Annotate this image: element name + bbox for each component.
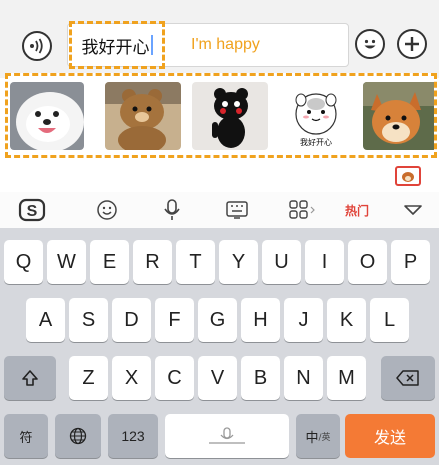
key-n[interactable]: N — [284, 356, 323, 400]
key-e[interactable]: E — [90, 240, 129, 284]
keyboard-icon — [226, 201, 248, 219]
key-d[interactable]: D — [112, 298, 151, 342]
sticker-shiba[interactable] — [363, 82, 434, 150]
language-toggle-key[interactable]: 中/英 — [296, 414, 340, 458]
keyboard-toolbar: S 热门 — [0, 192, 439, 228]
key-u[interactable]: U — [262, 240, 301, 284]
key-b[interactable]: B — [241, 356, 280, 400]
key-a[interactable]: A — [26, 298, 65, 342]
keyboard: Q W E R T Y U I O P A S D F G H J K L Z … — [0, 228, 439, 465]
smiley-outline-icon — [97, 200, 117, 220]
key-w[interactable]: W — [47, 240, 86, 284]
key-t[interactable]: T — [176, 240, 215, 284]
key-f[interactable]: F — [155, 298, 194, 342]
sticker-caption: 我好开心 — [300, 138, 332, 147]
backspace-icon — [396, 370, 419, 386]
key-g[interactable]: G — [198, 298, 237, 342]
microphone-icon — [164, 199, 180, 220]
key-x[interactable]: X — [112, 356, 151, 400]
svg-text:热门: 热门 — [345, 203, 369, 218]
sticker-bear[interactable] — [105, 82, 181, 150]
english-label: /英 — [318, 432, 331, 443]
key-r[interactable]: R — [133, 240, 172, 284]
numbers-key[interactable]: 123 — [108, 414, 158, 458]
key-o[interactable]: O — [348, 240, 387, 284]
key-p[interactable]: P — [391, 240, 430, 284]
sticker-kumamon[interactable] — [192, 82, 268, 150]
send-button[interactable]: 发送 — [345, 414, 435, 458]
space-mic-icon — [209, 427, 245, 444]
voice-icon — [30, 38, 43, 54]
text-cursor — [150, 35, 153, 55]
symbols-key[interactable]: 符 — [4, 414, 48, 458]
chinese-label: 中 — [305, 430, 319, 446]
key-y[interactable]: Y — [219, 240, 258, 284]
chevron-down-icon — [404, 205, 422, 215]
key-v[interactable]: V — [198, 356, 237, 400]
svg-text:S: S — [27, 203, 38, 220]
sticker-samoyed[interactable] — [10, 82, 84, 150]
backspace-key[interactable] — [381, 356, 435, 400]
add-button[interactable] — [397, 29, 427, 59]
sticker-toggle-button[interactable] — [395, 166, 421, 186]
key-h[interactable]: H — [241, 298, 280, 342]
emoji-panel-button[interactable] — [92, 196, 122, 224]
sticker-suggestions: 我好开心 — [5, 73, 437, 158]
translation-text: I'm happy — [191, 36, 260, 53]
collapse-keyboard-button[interactable] — [398, 196, 428, 224]
sogou-logo-icon: S — [18, 198, 46, 222]
hot-button[interactable]: 热门 — [340, 196, 374, 224]
hot-badge-icon: 热门 — [345, 203, 369, 218]
shift-key[interactable] — [4, 356, 56, 400]
voice-input-button[interactable] — [22, 31, 52, 61]
globe-icon — [69, 427, 87, 445]
typed-text: 我好开心 — [81, 37, 150, 58]
voice-mic-button[interactable] — [157, 196, 187, 224]
key-m[interactable]: M — [327, 356, 366, 400]
key-s[interactable]: S — [69, 298, 108, 342]
key-k[interactable]: K — [327, 298, 366, 342]
key-l[interactable]: L — [370, 298, 409, 342]
space-key[interactable] — [165, 414, 289, 458]
key-z[interactable]: Z — [69, 356, 108, 400]
sticker-hamster[interactable]: 我好开心 — [279, 82, 353, 150]
sogou-logo-button[interactable]: S — [14, 196, 50, 224]
keyboard-switch-button[interactable] — [222, 196, 252, 224]
shift-icon — [22, 370, 38, 386]
key-c[interactable]: C — [155, 356, 194, 400]
key-j[interactable]: J — [284, 298, 323, 342]
typed-text-highlight: 我好开心 — [69, 21, 165, 69]
key-i[interactable]: I — [305, 240, 344, 284]
grid-icon — [289, 200, 315, 219]
smiley-icon — [364, 39, 376, 49]
globe-key[interactable] — [55, 414, 101, 458]
emoji-button[interactable] — [355, 29, 385, 59]
apps-grid-button[interactable] — [284, 196, 320, 224]
input-bar: 我好开心 I'm happy — [0, 0, 439, 78]
sticker-thumbnail-icon — [402, 172, 414, 182]
plus-icon — [405, 37, 419, 51]
key-q[interactable]: Q — [4, 240, 43, 284]
